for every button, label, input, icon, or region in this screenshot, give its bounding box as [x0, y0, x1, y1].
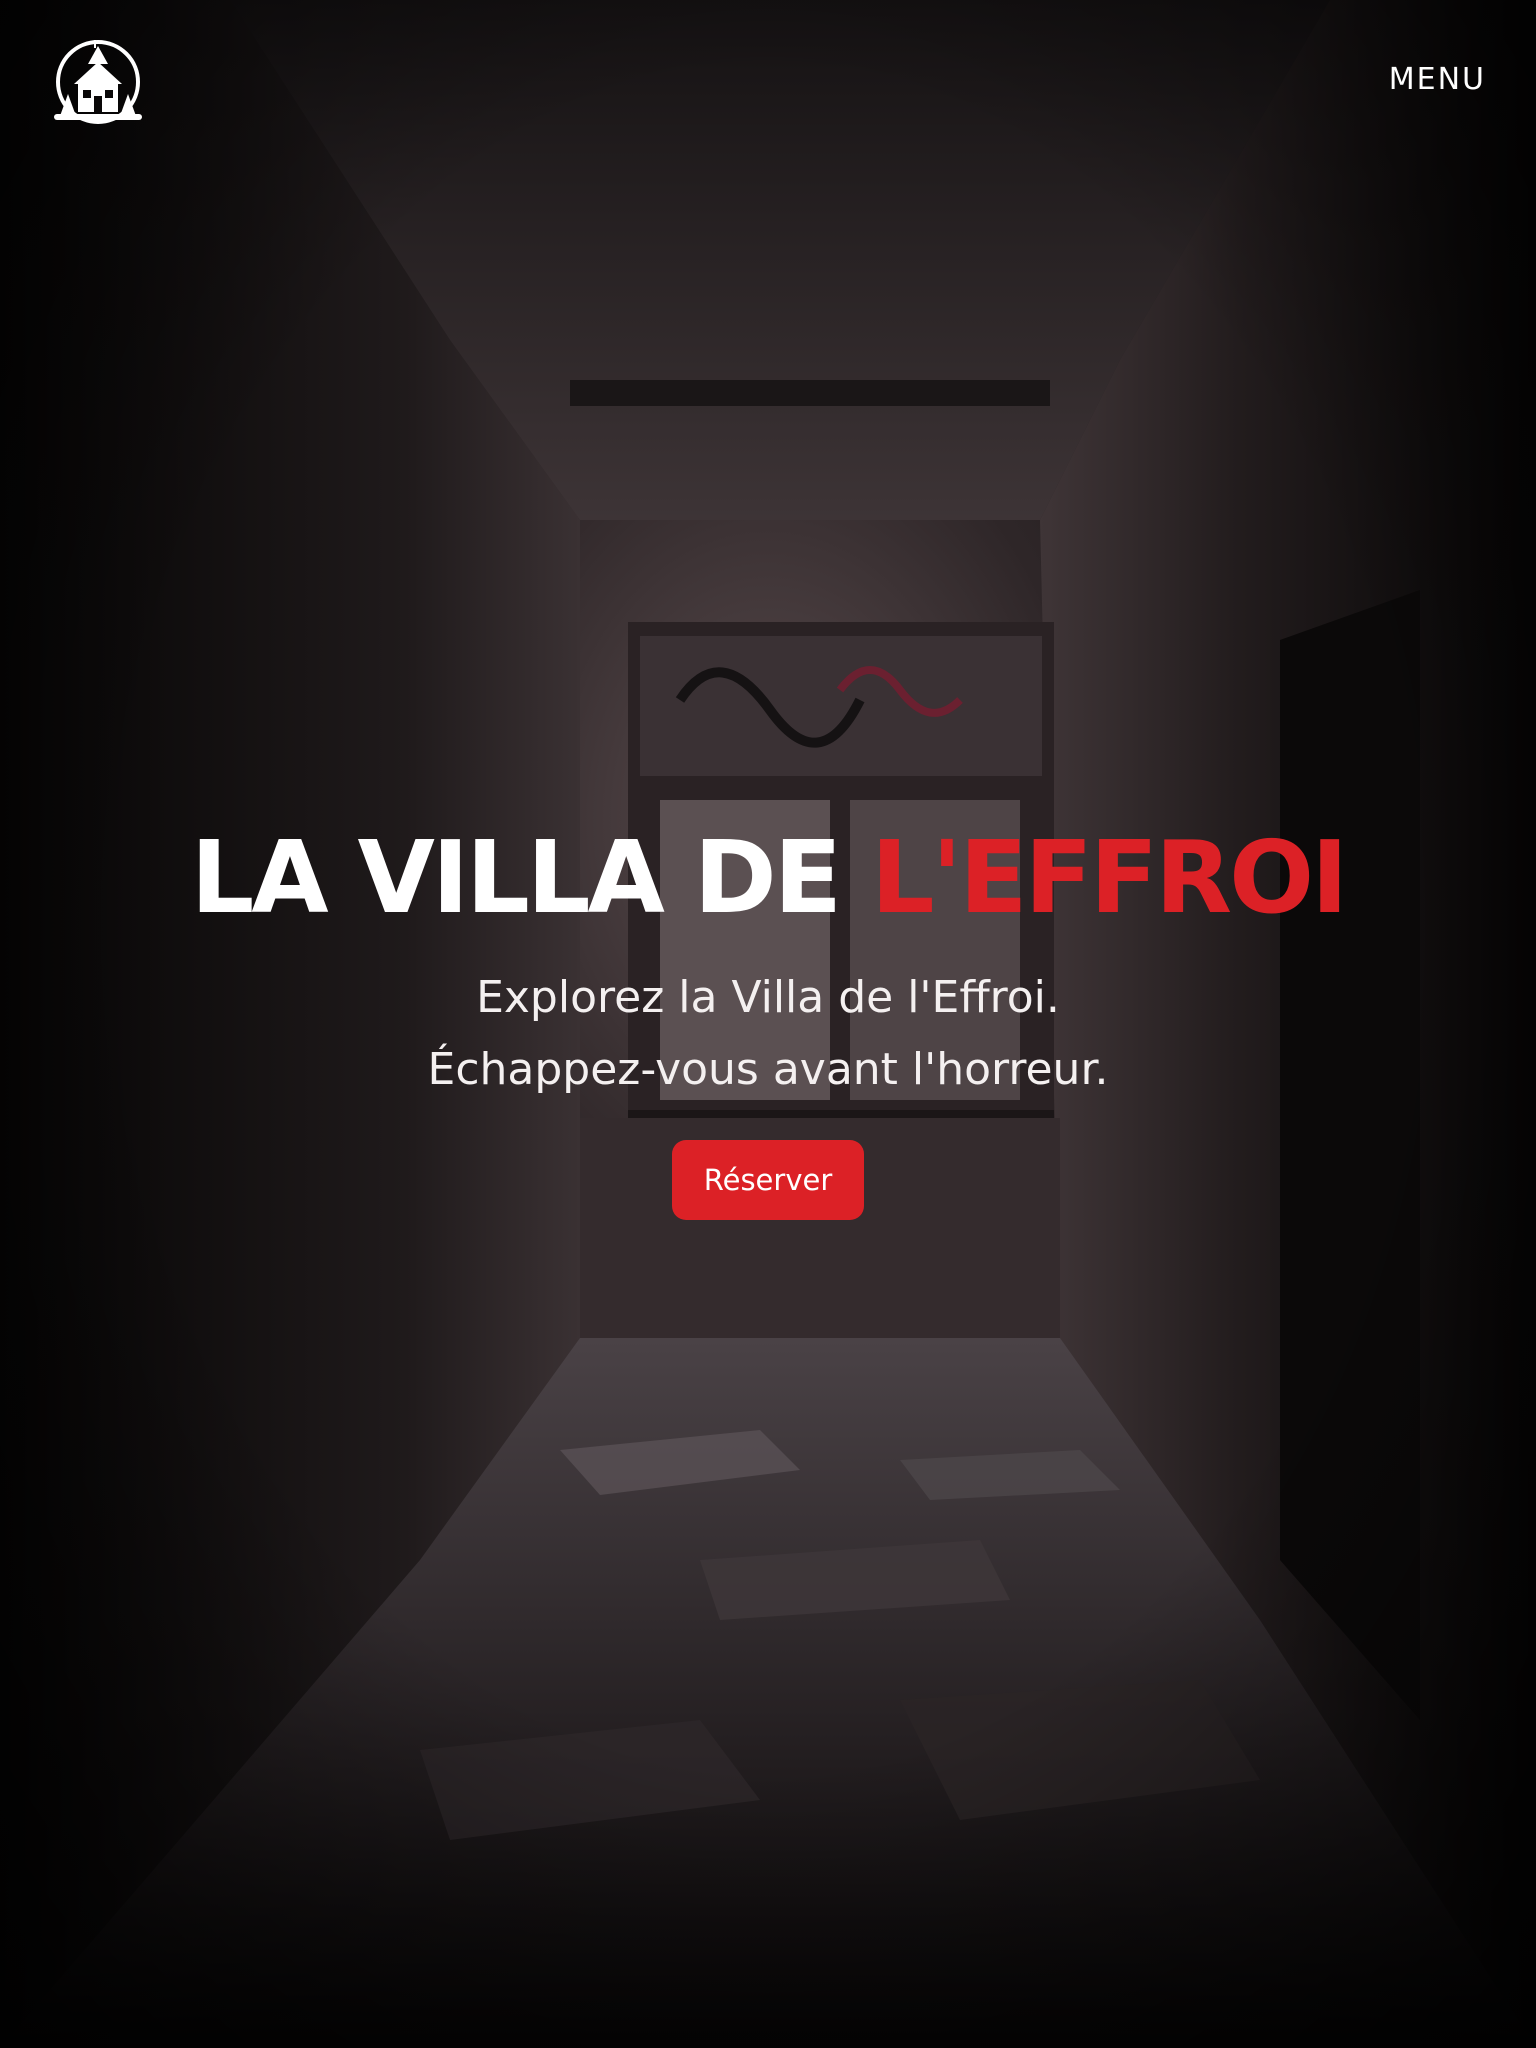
site-logo[interactable]: [50, 34, 146, 130]
hero-section: LA VILLA DE L'EFFROI Explorez la Villa d…: [0, 818, 1536, 1220]
hero-title-accent: L'EFFROI: [870, 819, 1348, 936]
hero-title-white: LA VILLA DE: [190, 819, 842, 936]
hero-subtitle: Explorez la Villa de l'Effroi. Échappez-…: [0, 962, 1536, 1106]
haunted-house-logo-icon: [54, 40, 142, 124]
hero-title: LA VILLA DE L'EFFROI: [0, 818, 1536, 938]
hero-subtitle-line-2: Échappez-vous avant l'horreur.: [427, 1044, 1109, 1095]
menu-button[interactable]: MENU: [1389, 62, 1486, 97]
hero-subtitle-line-1: Explorez la Villa de l'Effroi.: [476, 972, 1060, 1023]
reserve-button[interactable]: Réserver: [671, 1140, 865, 1220]
page: MENU LA VILLA DE L'EFFROI Explorez la Vi…: [0, 0, 1536, 2048]
